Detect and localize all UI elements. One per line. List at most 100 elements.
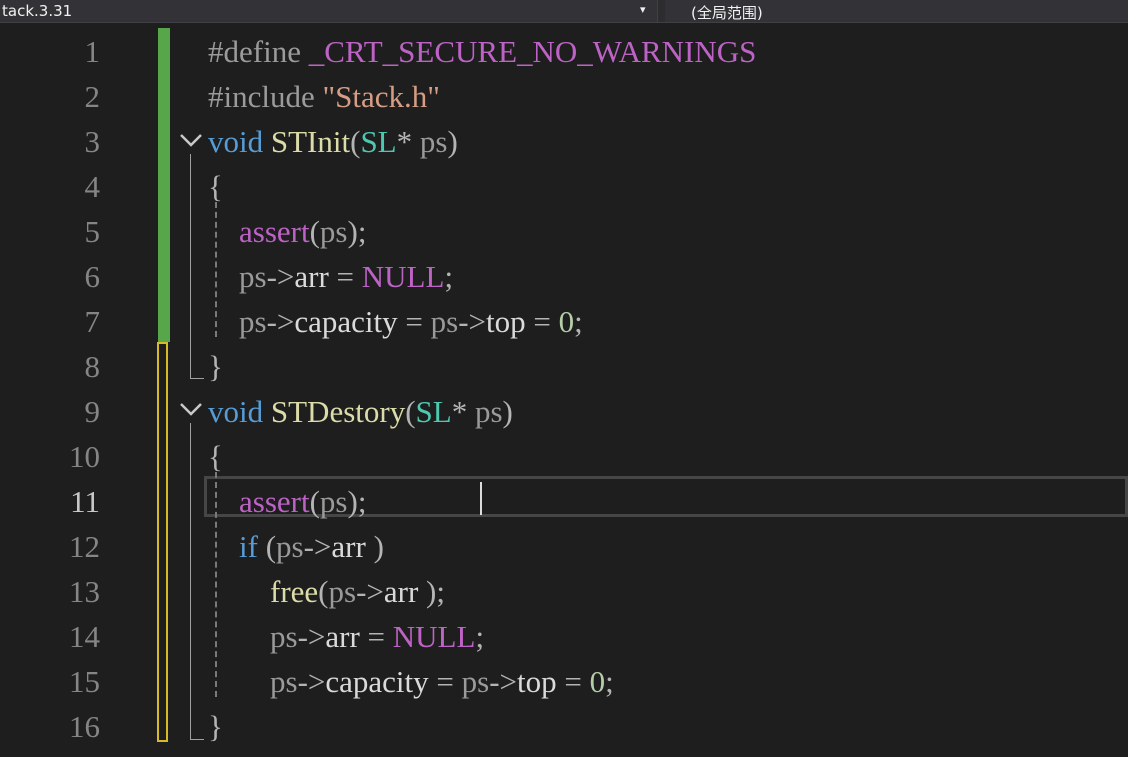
code-token: -> [297,619,326,654]
code-text: #include "Stack.h" [208,74,440,119]
scope-dropdown[interactable]: (全局范围) [665,0,1128,22]
code-token: assert [239,214,310,249]
code-text: } [208,344,223,389]
code-token: * [396,124,420,159]
chevron-down-icon[interactable] [178,127,204,153]
line-number: 11 [70,484,100,519]
code-line[interactable]: 13 free(ps->arr ); [0,569,1128,614]
code-line[interactable]: 8} [0,344,1128,389]
indent-guide [215,472,217,697]
code-token: ( [318,574,329,609]
code-token: 0 [589,664,606,699]
chevron-down-icon[interactable]: ▾ [640,3,646,16]
code-token: ps [239,304,267,339]
code-token: ( [309,484,320,519]
code-line[interactable]: 11 assert(ps); [0,479,1128,524]
line-number: 9 [84,394,101,429]
code-token: NULL [392,619,476,654]
code-token: -> [489,664,518,699]
code-token: = [525,304,559,339]
code-token: #define [208,34,309,69]
code-token: STInit [270,124,351,159]
code-text: assert(ps); [208,209,366,254]
code-token: = [328,259,362,294]
code-text: free(ps->arr ); [208,569,445,614]
line-number: 8 [84,349,101,384]
chevron-down-icon[interactable] [178,396,204,422]
code-token: top [517,664,557,699]
line-number: 10 [69,439,100,474]
code-text: ps->capacity = ps->top = 0; [208,299,583,344]
code-token: NULL [361,259,445,294]
code-token: = [556,664,590,699]
code-token: ); [418,574,445,609]
code-editor[interactable]: 1 #define _CRT_SECURE_NO_WARNINGS 2 #includ… [0,24,1128,757]
line-number: 12 [69,529,100,564]
code-token: ) [447,124,458,159]
code-token: = [359,619,393,654]
line-number: 1 [84,34,101,69]
code-line[interactable]: 14 ps->arr = NULL; [0,614,1128,659]
line-number: 15 [69,664,100,699]
code-token: ); [347,214,367,249]
line-number: 16 [69,709,100,744]
code-token: -> [266,259,295,294]
code-text: void STInit(SL* ps) [208,119,458,164]
fold-outline [190,423,191,739]
code-token: top [486,304,526,339]
scope-label: (全局范围) [691,4,763,22]
line-number: 2 [84,79,101,114]
code-token: SL [360,124,397,159]
code-token: arr [294,259,329,294]
line-number: 3 [84,124,101,159]
code-token: assert [239,484,310,519]
code-token: ps [270,619,298,654]
code-token: } [208,349,223,384]
code-token: -> [297,664,326,699]
code-token: arr [331,529,366,564]
code-token: -> [458,304,487,339]
code-token: ( [350,124,361,159]
fold-outline-end [190,378,204,379]
code-token: ps [276,529,304,564]
code-token: = [397,304,431,339]
code-token: -> [266,304,295,339]
project-dropdown[interactable]: tack.3.31 ▾ [0,0,658,22]
code-token: = [428,664,462,699]
code-token: ps [270,664,298,699]
code-token: { [208,439,223,474]
code-token: * [451,394,475,429]
code-token: ps [419,124,448,159]
line-number: 7 [84,304,101,339]
code-token: capacity [325,664,429,699]
code-line[interactable]: 12 if (ps->arr ) [0,524,1128,569]
code-token: arr [383,574,419,609]
code-token: { [208,169,223,204]
code-text: #define _CRT_SECURE_NO_WARNINGS [208,29,756,74]
code-token: ps [328,574,357,609]
code-token: ); [347,484,367,519]
line-number: 4 [84,169,101,204]
code-text: if (ps->arr ) [208,524,384,569]
code-line[interactable]: 9 void STDestory(SL* ps) [0,389,1128,434]
code-token: ( [257,529,277,564]
code-token: ) [365,529,384,564]
code-token: if [239,529,258,564]
code-text: } [208,704,223,749]
navigation-bar: tack.3.31 ▾ (全局范围) [0,0,1128,23]
code-token: arr [325,619,360,654]
change-marker-unsaved [157,342,168,742]
code-token: free [270,574,319,609]
code-text: assert(ps); [208,479,366,524]
code-line[interactable]: 15 ps->capacity = ps->top = 0; [0,659,1128,704]
code-line[interactable]: 16} [0,704,1128,749]
fold-outline [190,154,191,378]
code-line[interactable]: 10 { [0,434,1128,479]
code-text: ps->arr = NULL; [208,614,484,659]
